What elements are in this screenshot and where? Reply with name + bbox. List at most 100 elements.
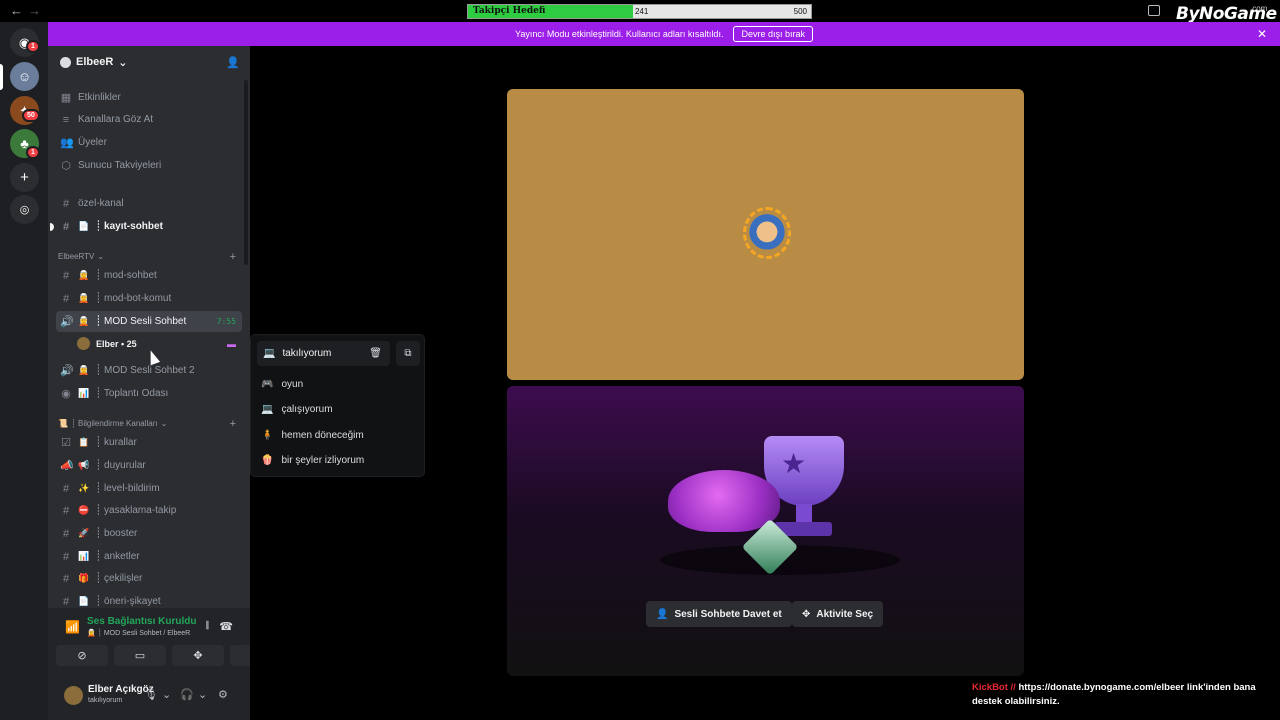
channel-emoji: 🚀 bbox=[78, 528, 90, 538]
signal-icon[interactable]: 📶 bbox=[65, 620, 80, 634]
channel-mod-bot-komut[interactable]: # 🧝 ┊ mod-bot-komut bbox=[56, 288, 242, 309]
channel-emoji: 🧝 bbox=[78, 316, 90, 326]
laptop-emoji-icon: 💻 bbox=[263, 348, 276, 359]
invite-to-voice-button[interactable]: 👤 Sesli Sohbete Davet et bbox=[646, 601, 792, 627]
category-label: ┊ Bilgilendirme Kanalları bbox=[70, 419, 158, 428]
noise-suppression-icon[interactable]: 𝄃 bbox=[207, 620, 209, 633]
channel-emoji: 📄 bbox=[78, 221, 90, 231]
add-channel-icon[interactable]: + bbox=[230, 418, 236, 430]
channel-duyurular[interactable]: 📣 📢 ┊ duyurular bbox=[56, 455, 242, 476]
status-option-bir-seyler-izliyorum[interactable]: 🍿 bir şeyler izliyorum bbox=[261, 450, 416, 470]
avatar[interactable] bbox=[64, 686, 83, 705]
status-option-hemen-donecegim[interactable]: 🧍 hemen döneceğim bbox=[261, 425, 416, 445]
sidebar-scrollbar[interactable] bbox=[244, 80, 248, 265]
screen-share-button[interactable]: ▭ bbox=[114, 645, 166, 666]
channel-label: ┊ çekilişler bbox=[95, 573, 143, 584]
chevron-down-icon: ⌄ bbox=[97, 252, 105, 261]
follower-goal-bar: Takipçi Hedefi 241 500 bbox=[467, 4, 812, 19]
disconnect-icon[interactable]: ☎ bbox=[219, 620, 233, 633]
banner-text: Yayıncı Modu etkinleştirildi. Kullanıcı … bbox=[515, 29, 724, 39]
channel-level-bildirim[interactable]: # ✨ ┊ level-bildirim bbox=[56, 478, 242, 499]
menu-item-browse-channels[interactable]: ≡ Kanallara Göz At bbox=[56, 109, 242, 130]
channel-kurallar[interactable]: ☑ 📋 ┊ kurallar bbox=[56, 432, 242, 453]
camera-off-button[interactable]: ⊘ bbox=[56, 645, 108, 666]
edit-status-button[interactable]: ⧉ bbox=[396, 341, 420, 366]
channel-mod-sesli-sohbet[interactable]: 🔊 🧝 ┊ MOD Sesli Sohbet 7:55 bbox=[56, 311, 242, 332]
selected-server-pill bbox=[0, 64, 3, 90]
forward-arrow-icon[interactable]: → bbox=[28, 3, 41, 18]
channel-toplanti-odasi[interactable]: ◉ 📊 ┊ Toplantı Odası bbox=[56, 383, 242, 404]
channel-label: ┊ Toplantı Odası bbox=[95, 388, 169, 399]
category-bilgilendirme[interactable]: 📜 ┊ Bilgilendirme Kanalları ⌄ + bbox=[58, 418, 240, 430]
kickbot-overlay: KickBot // https://donate.bynogame.com/e… bbox=[972, 681, 1262, 709]
activities-button[interactable]: ✥ bbox=[172, 645, 224, 666]
server-rail: ◉ 1 ☺ ✦ 50 ♣ 1 + ◎ bbox=[0, 22, 48, 720]
channel-cekilisler[interactable]: # 🎁 ┊ çekilişler bbox=[56, 568, 242, 589]
channel-label: özel-kanal bbox=[78, 198, 124, 209]
server-badge-3: 1 bbox=[26, 146, 40, 159]
channel-anketler[interactable]: # 📊 ┊ anketler bbox=[56, 546, 242, 567]
menu-item-members[interactable]: 👥 Üyeler bbox=[56, 132, 242, 153]
menu-item-label: Kanallara Göz At bbox=[78, 114, 154, 125]
disable-streamer-mode-button[interactable]: Devre dışı bırak bbox=[733, 26, 813, 42]
status-option-calisiyorum[interactable]: 💻 çalışıyorum bbox=[261, 399, 416, 419]
hash-icon: # bbox=[62, 269, 70, 282]
activities-icon: ✥ bbox=[802, 608, 811, 620]
channel-emoji: 📋 bbox=[78, 437, 90, 447]
calendar-icon: ▦ bbox=[60, 92, 72, 104]
close-icon[interactable]: ✕ bbox=[1257, 27, 1267, 41]
menu-item-events[interactable]: ▦ Etkinlikler bbox=[56, 87, 242, 108]
category-label: ElbeeRTV bbox=[58, 252, 95, 261]
chevron-down-icon: ⌄ bbox=[118, 56, 128, 69]
follower-goal-current: 241 bbox=[635, 7, 649, 16]
status-emoji: 💻 bbox=[261, 403, 274, 415]
channel-mod-sohbet[interactable]: # 🧝 ┊ mod-sohbet bbox=[56, 265, 242, 286]
explore-icon[interactable]: ◎ bbox=[10, 195, 39, 224]
user-video-tile[interactable] bbox=[507, 89, 1024, 380]
category-elbeertv[interactable]: ElbeeRTV ⌄ + bbox=[58, 251, 240, 263]
channel-label: ┊ anketler bbox=[95, 551, 140, 562]
add-channel-icon[interactable]: + bbox=[230, 251, 236, 263]
channel-emoji: 📊 bbox=[78, 551, 90, 561]
channel-yasaklama-takip[interactable]: # ⛔ ┊ yasaklama-takip bbox=[56, 500, 242, 521]
voice-user-elber[interactable]: Elber • 25 ▬ bbox=[72, 334, 242, 353]
server-badge-2: 50 bbox=[22, 109, 40, 122]
status-option-oyun[interactable]: 🎮 oyun bbox=[261, 374, 416, 394]
home-badge: 1 bbox=[26, 40, 40, 53]
channel-label: ┊ booster bbox=[95, 528, 138, 539]
activity-label: Aktivite Seç bbox=[816, 608, 874, 620]
choose-activity-button[interactable]: ✥ Aktivite Seç bbox=[792, 601, 884, 627]
follower-goal-max: 500 bbox=[793, 7, 807, 16]
hash-icon: # bbox=[62, 595, 70, 608]
speaker-icon: 🔊 bbox=[60, 365, 74, 377]
add-server-icon[interactable]: + bbox=[10, 163, 39, 192]
voice-status-title[interactable]: Ses Bağlantısı Kuruldu bbox=[87, 616, 196, 627]
channel-label: ┊ mod-bot-komut bbox=[95, 293, 172, 304]
chevron-down-icon[interactable]: ⌄ bbox=[198, 688, 207, 701]
trash-icon[interactable]: 🗑 bbox=[369, 348, 382, 359]
gear-icon[interactable]: ⚙ bbox=[218, 688, 228, 701]
voice-status-subtitle[interactable]: 🧝 ┊ MOD Sesli Sohbet / ElbeeR bbox=[87, 629, 190, 637]
microphone-icon[interactable]: 🎙 bbox=[144, 688, 158, 701]
screen-share-icon[interactable] bbox=[1148, 5, 1160, 16]
menu-item-server-boosts[interactable]: ⬡ Sunucu Takviyeleri bbox=[56, 155, 242, 176]
status-emoji: 🎮 bbox=[261, 378, 274, 390]
server-icon-elbeer[interactable]: ☺ bbox=[10, 62, 39, 91]
hash-icon: # bbox=[62, 482, 70, 495]
menu-item-label: Sunucu Takviyeleri bbox=[78, 160, 162, 171]
channel-ozel-kanal[interactable]: # özel-kanal bbox=[56, 193, 242, 214]
channel-label: ┊ mod-sohbet bbox=[95, 270, 157, 281]
chevron-down-icon[interactable]: ⌄ bbox=[162, 688, 171, 701]
add-user-icon[interactable]: 👤 bbox=[226, 56, 240, 69]
status-label: oyun bbox=[281, 378, 304, 390]
hash-icon: # bbox=[62, 504, 70, 517]
selected-status[interactable]: 💻 takılıyorum 🗑 bbox=[257, 341, 390, 366]
hash-icon: # bbox=[62, 197, 70, 210]
channel-booster[interactable]: # 🚀 ┊ booster bbox=[56, 523, 242, 544]
channel-kayit-sohbet[interactable]: # 📄 ┊ kayıt-sohbet bbox=[50, 216, 242, 237]
hash-icon: # bbox=[62, 292, 70, 305]
back-arrow-icon[interactable]: ← bbox=[10, 3, 23, 18]
guild-header[interactable]: ElbeeR ⌄ 👤 bbox=[48, 46, 250, 78]
avatar bbox=[749, 213, 785, 255]
headphones-icon[interactable]: 🎧 bbox=[180, 688, 194, 701]
